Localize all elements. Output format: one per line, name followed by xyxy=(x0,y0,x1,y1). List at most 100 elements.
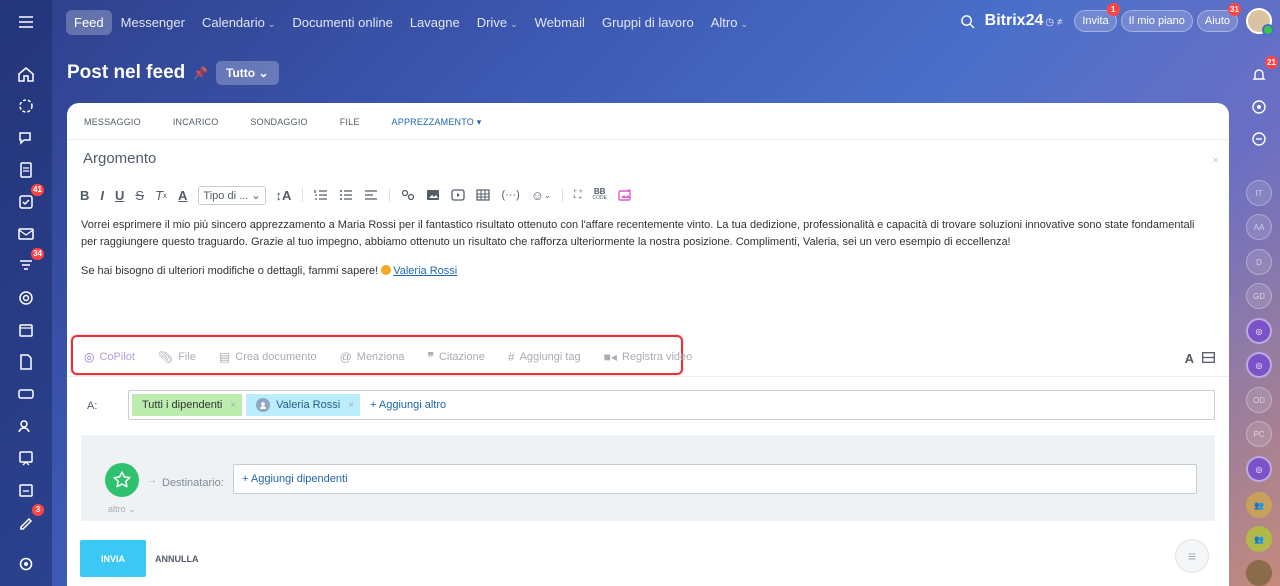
tasks-icon[interactable]: 41 xyxy=(14,184,44,214)
attach-file-button[interactable]: 📎︎ File xyxy=(158,350,196,364)
image-icon[interactable] xyxy=(426,188,440,202)
video-icon[interactable] xyxy=(451,188,466,202)
add-recipient-link[interactable]: + Aggiungi altro xyxy=(370,399,446,411)
filter-feed-icon[interactable]: 34 xyxy=(14,248,44,278)
tab-file[interactable]: FILE xyxy=(340,117,360,128)
clear-format-icon[interactable]: Tx xyxy=(155,188,167,203)
bold-button[interactable]: B xyxy=(80,188,89,203)
tab-appreciation[interactable]: APPREZZAMENTO ▾ xyxy=(392,117,482,128)
group-avatar-icon[interactable]: 👥 xyxy=(1246,492,1272,518)
mention-button[interactable]: @ Menziona xyxy=(340,350,405,364)
nav-item-calendar[interactable]: Calendario ⌄ xyxy=(194,10,283,35)
align-icon[interactable] xyxy=(364,188,378,202)
strikethrough-button[interactable]: S xyxy=(135,188,144,203)
remove-icon[interactable]: × xyxy=(230,400,236,411)
target-icon[interactable] xyxy=(14,286,38,310)
board-icon[interactable] xyxy=(14,446,38,470)
copilot-icon[interactable] xyxy=(14,94,38,118)
recipients-field[interactable]: Tutti i dipendenti × Valeria Rossi × + Agg… xyxy=(128,390,1215,420)
tab-poll[interactable]: SONDAGGIO xyxy=(250,117,307,128)
emoji-icon[interactable]: ☺ ⌄ xyxy=(531,188,551,203)
create-document-button[interactable]: ▤ Crea documento xyxy=(219,350,317,364)
mail-icon[interactable] xyxy=(14,222,38,246)
chat-bubble-icon[interactable] xyxy=(1246,126,1272,152)
nav-item-webmail[interactable]: Webmail xyxy=(527,10,593,35)
bbcode-toggle[interactable]: BB CODE xyxy=(592,188,606,202)
underline-button[interactable]: U xyxy=(115,188,124,203)
help-button[interactable]: Aiuto 31 xyxy=(1196,3,1241,32)
pin-icon[interactable]: 📌 xyxy=(193,66,208,80)
my-plan-button[interactable]: Il mio piano xyxy=(1120,10,1193,32)
nav-item-feed[interactable]: Feed xyxy=(66,9,112,35)
copilot-image-icon[interactable] xyxy=(618,188,632,202)
nav-item-more[interactable]: Altro ⌄ xyxy=(703,10,756,35)
nav-item-drive[interactable]: Drive ⌄ xyxy=(469,10,526,35)
contacts-icon[interactable] xyxy=(14,414,38,438)
home-icon[interactable] xyxy=(14,62,38,86)
schedule-icon[interactable] xyxy=(14,478,38,502)
recipient-chip-user[interactable]: Valeria Rossi × xyxy=(246,394,360,416)
text-color-icon[interactable]: A xyxy=(178,188,187,203)
menu-icon[interactable] xyxy=(14,10,38,34)
numbered-list-icon[interactable] xyxy=(314,188,328,202)
calendar-icon[interactable] xyxy=(14,318,38,342)
recipient-chip-all-employees[interactable]: Tutti i dipendenti × xyxy=(132,394,243,416)
right-sidebar: 21 IT AA D GD ◎ ◎ OD PC ◎ 👥 👥 xyxy=(1238,0,1280,586)
chat-icon[interactable] xyxy=(14,126,38,150)
quote-button[interactable]: ❞ Citazione xyxy=(427,350,484,364)
copilot-avatar-icon[interactable]: ◎ xyxy=(1246,352,1272,378)
user-photo-avatar[interactable] xyxy=(1246,560,1272,586)
panel-toggle-icon[interactable] xyxy=(1202,351,1215,366)
badge-more-select[interactable]: altro ⌄ xyxy=(108,504,136,515)
remove-icon[interactable]: × xyxy=(348,400,354,411)
copilot-avatar-icon[interactable]: ◎ xyxy=(1246,318,1272,344)
feed-filter-select[interactable]: Tutto ⌄ xyxy=(216,61,279,85)
copilot-chat-icon[interactable] xyxy=(1246,94,1272,120)
badge-star-icon[interactable] xyxy=(105,463,139,497)
recent-chat-avatar[interactable]: OD xyxy=(1246,387,1272,413)
sign-icon[interactable]: 3 xyxy=(14,504,44,534)
subject-input[interactable]: Argomento xyxy=(83,150,156,167)
copilot-button[interactable]: ◎ CoPilot xyxy=(84,350,135,364)
invite-button[interactable]: Invita 1 xyxy=(1074,3,1120,32)
paragraph-type-select[interactable]: Tipo di ... ⌄ xyxy=(198,185,266,205)
message-body[interactable]: Vorrei esprimere il mio più sincero appr… xyxy=(81,217,1211,292)
document-icon[interactable] xyxy=(14,158,38,182)
nav-item-messenger[interactable]: Messenger xyxy=(113,10,193,35)
record-video-button[interactable]: ■◂ Registra video xyxy=(604,350,693,364)
add-employees-link[interactable]: + Aggiungi dipendenti xyxy=(242,473,348,485)
bell-icon[interactable]: 21 xyxy=(1246,56,1278,88)
fullscreen-icon[interactable]: ⛶ xyxy=(574,189,582,202)
drive-icon[interactable] xyxy=(14,382,38,406)
search-icon[interactable] xyxy=(960,14,975,29)
code-icon[interactable]: (···) xyxy=(501,189,519,201)
italic-button[interactable]: I xyxy=(100,188,104,203)
send-button[interactable]: INVIA xyxy=(80,540,146,577)
nav-item-documents[interactable]: Documenti online xyxy=(284,10,400,35)
add-tag-button[interactable]: # Aggiungi tag xyxy=(508,350,581,364)
recent-chat-avatar[interactable]: D xyxy=(1246,249,1272,275)
link-icon[interactable] xyxy=(401,188,415,202)
settings-icon[interactable] xyxy=(14,552,38,576)
recent-chat-avatar[interactable]: GD xyxy=(1246,283,1272,309)
user-mention[interactable]: Valeria Rossi xyxy=(393,265,457,277)
appreciation-recipient-field[interactable]: + Aggiungi dipendenti xyxy=(233,464,1197,494)
close-icon[interactable]: × xyxy=(1212,153,1219,167)
file-icon[interactable] xyxy=(14,350,38,374)
bullet-list-icon[interactable] xyxy=(339,188,353,202)
tab-message[interactable]: MESSAGGIO xyxy=(84,117,141,128)
tab-task[interactable]: INCARICO xyxy=(173,117,219,128)
font-size-icon[interactable]: ↕A xyxy=(276,188,292,203)
cancel-button[interactable]: ANNULLA xyxy=(155,554,199,564)
list-menu-icon[interactable]: ≡ xyxy=(1175,539,1209,573)
table-icon[interactable] xyxy=(476,188,491,202)
recent-chat-avatar[interactable]: PC xyxy=(1246,421,1272,447)
recent-chat-avatar[interactable]: AA xyxy=(1246,214,1272,240)
text-format-toggle-icon[interactable]: A xyxy=(1185,351,1194,366)
nav-item-workgroups[interactable]: Gruppi di lavoro xyxy=(594,10,702,35)
copilot-avatar-icon[interactable]: ◎ xyxy=(1246,456,1272,482)
nav-item-boards[interactable]: Lavagne xyxy=(402,10,468,35)
brand-logo[interactable]: Bitrix24 ◷ ≠ xyxy=(985,12,1063,30)
recent-chat-avatar[interactable]: IT xyxy=(1246,180,1272,206)
group-avatar-icon[interactable]: 👥 xyxy=(1246,526,1272,552)
